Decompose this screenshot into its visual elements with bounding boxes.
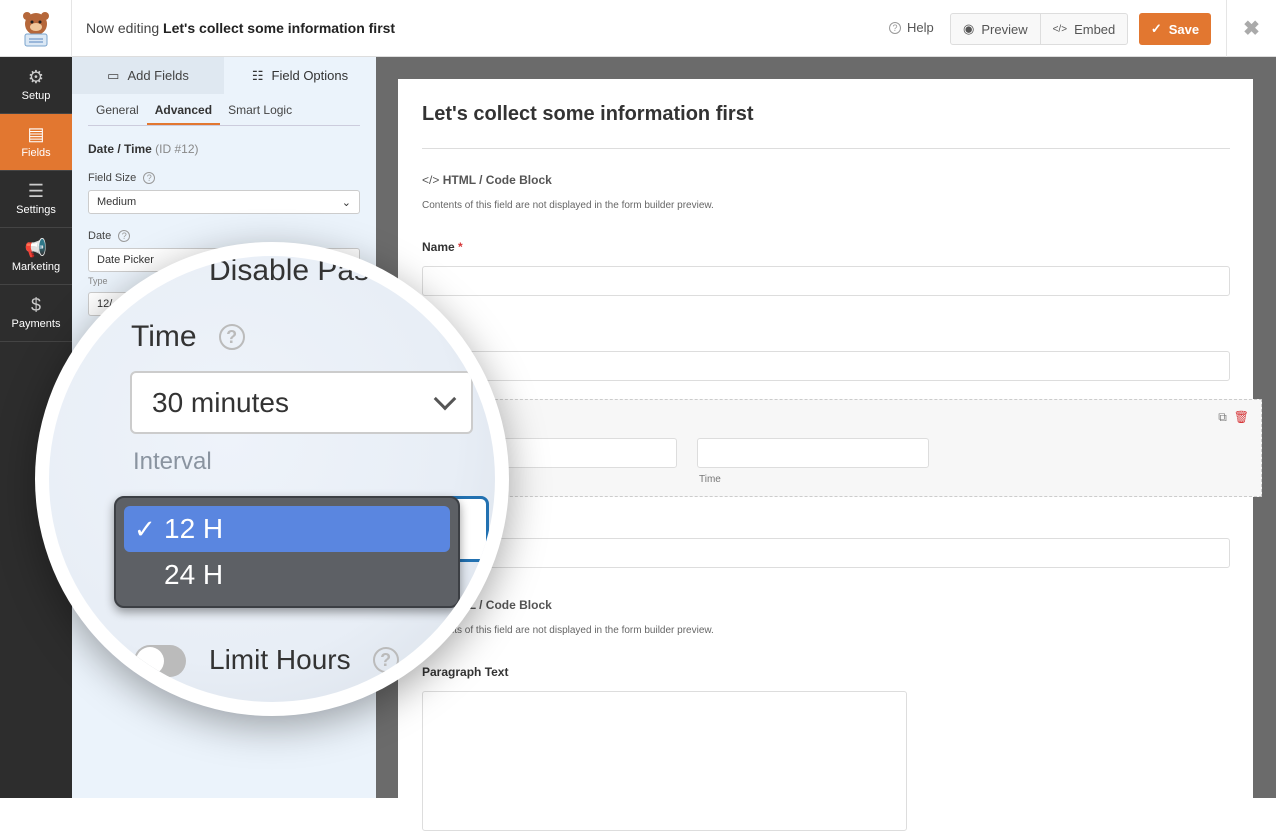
tab-add-fields[interactable]: ▭ Add Fields [72,57,224,94]
gear-icon: ⚙ [27,67,45,87]
tab-field-options[interactable]: ☷ Field Options [224,57,376,94]
help-button[interactable]: ? Help [889,20,934,35]
form-title: Let's collect some information first [422,103,754,125]
subtab-smart-logic[interactable]: Smart Logic [220,103,300,125]
dollar-icon: $ [30,295,41,315]
field-size-select[interactable]: Medium ⌄ [88,190,360,214]
check-icon: ✓ [134,513,156,544]
date-label: Date? [88,230,360,242]
list-icon: ▭ [107,67,120,83]
nav-marketing[interactable]: 📢 Marketing [0,228,72,285]
fields-icon: ▤ [27,124,45,144]
time-label: Time? [131,320,245,354]
interval-label: Interval [133,448,212,475]
eye-icon: ◉ [963,21,975,36]
time-input[interactable] [697,438,929,468]
html-block-note-2: Contents of this field are not displayed… [422,625,714,636]
help-icon: ? [889,21,901,34]
save-button[interactable]: ✓ Save [1139,13,1211,45]
megaphone-icon: 📢 [24,238,48,258]
duplicate-icon[interactable]: ⧉ [1218,410,1227,425]
code-icon: </> [1052,23,1068,35]
check-icon: ✓ [1150,21,1162,36]
limit-hours-toggle[interactable] [134,645,186,677]
preview-button[interactable]: ◉ Preview [951,14,1040,44]
top-bar: Now editing Let's collect some informati… [0,0,1276,57]
nav-fields[interactable]: ▤ Fields [0,114,72,171]
nav-setup[interactable]: ⚙ Setup [0,57,72,114]
help-icon: ? [372,647,399,673]
trash-icon[interactable]: 🗑 [1234,410,1249,425]
option-24h[interactable]: 24 H [124,552,450,598]
name-label: Name * [422,240,463,254]
limit-hours-label: Limit Hours? [209,644,399,676]
option-12h[interactable]: ✓ 12 H [124,506,450,552]
close-icon: ✖ [1243,18,1260,40]
text-input[interactable] [422,538,1230,568]
subtab-general[interactable]: General [88,103,147,125]
html-block-label: </> HTML / Code Block [422,173,552,187]
magnifier-callout: Disable Pas Time? 30 minutes Interval ✓ 1… [35,242,509,716]
embed-button[interactable]: </> Embed [1039,14,1128,44]
divider [422,148,1230,149]
chevron-down-icon: ⌄ [341,196,351,209]
help-icon: ? [143,172,156,184]
email-input[interactable] [422,351,1230,381]
field-size-label: Field Size? [88,172,360,184]
form-preview-canvas: Let's collect some information first </>… [376,57,1276,831]
code-icon: </> [422,173,440,187]
form-preview: Let's collect some information first </>… [398,79,1262,831]
sliders-icon: ☰ [27,181,45,201]
time-format-dropdown[interactable]: ✓ 12 H 24 H [114,496,460,608]
wpforms-logo [0,0,72,57]
time-interval-select[interactable]: 30 minutes [130,371,473,434]
name-input[interactable] [422,266,1230,296]
close-button[interactable]: ✖ [1226,0,1276,57]
sliders-icon: ☷ [251,67,264,83]
time-sublabel: Time [699,474,721,485]
field-title: Date / Time (ID #12) [88,142,199,156]
html-block-note: Contents of this field are not displayed… [422,200,714,211]
paragraph-textarea[interactable] [422,691,907,831]
datetime-field-preview[interactable]: ⧉ 🗑 Time [420,399,1262,497]
disable-past-label: Disable Pas [209,256,370,287]
help-icon: ? [218,324,245,350]
paragraph-label: Paragraph Text [422,665,509,679]
subtab-advanced[interactable]: Advanced [146,103,221,125]
editing-title: Now editing Let's collect some informati… [86,20,396,36]
chevron-down-icon [433,387,457,410]
nav-settings[interactable]: ☰ Settings [0,171,72,228]
date-input[interactable] [497,438,677,468]
nav-payments[interactable]: $ Payments [0,285,72,342]
help-icon: ? [118,230,131,242]
